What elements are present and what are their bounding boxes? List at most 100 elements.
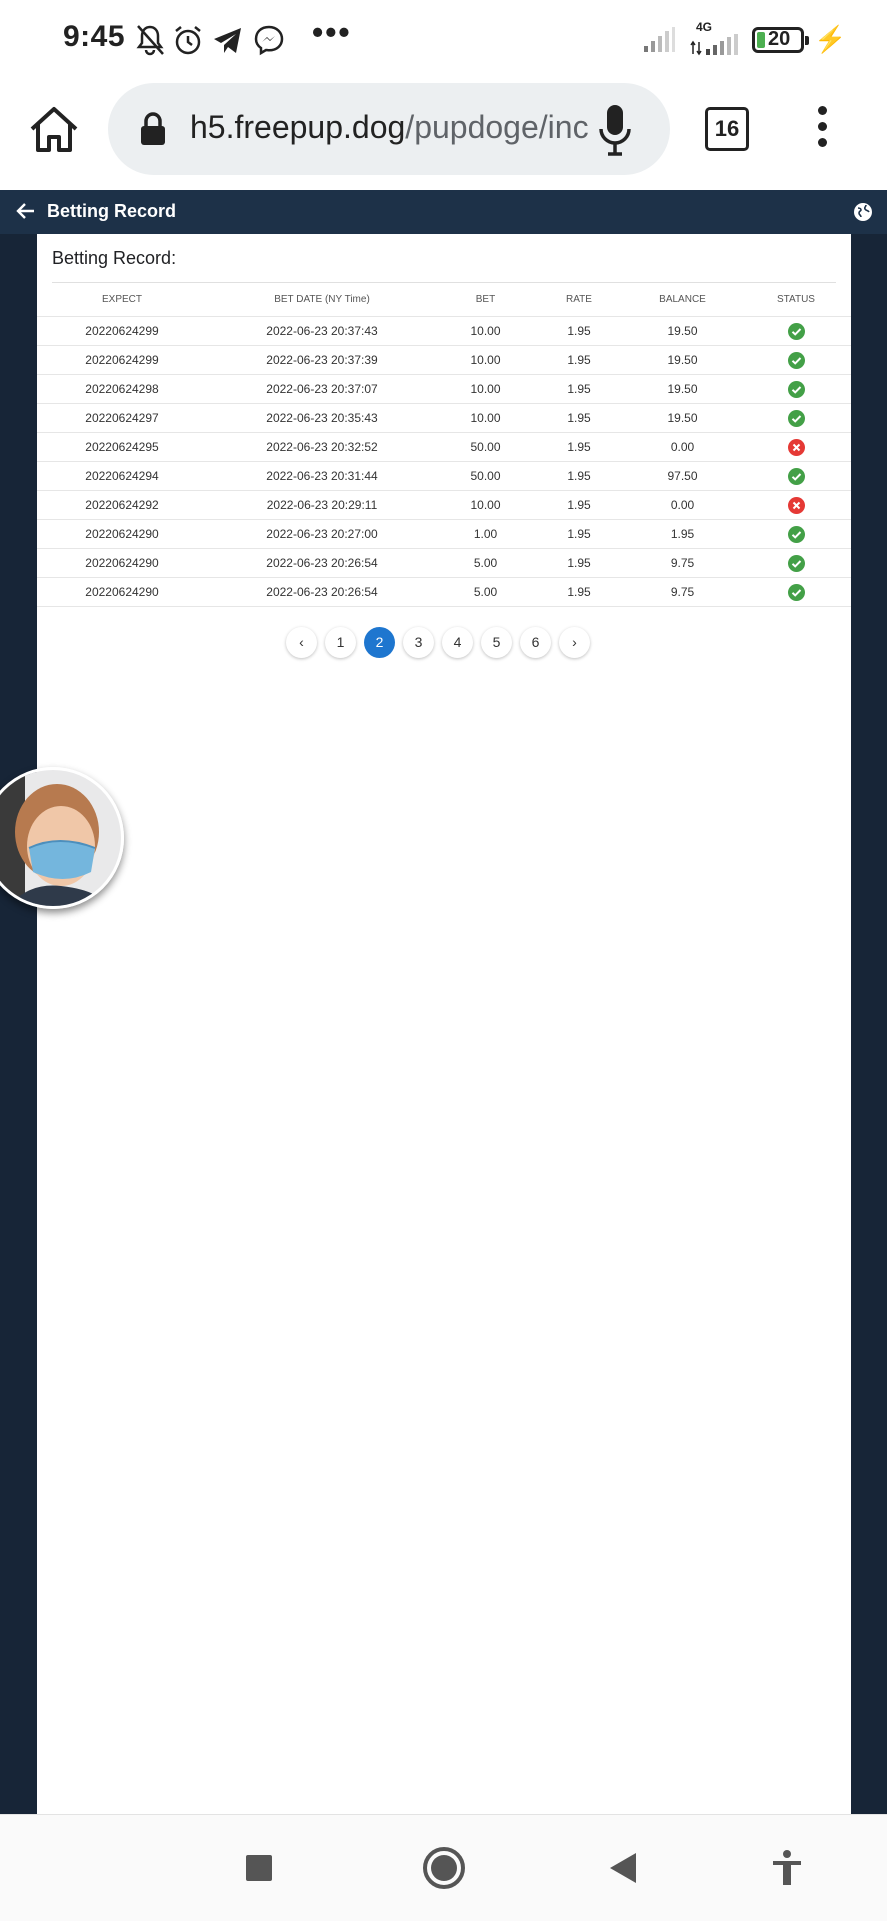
home-circle-icon[interactable]: [422, 1846, 466, 1890]
balance-cell: 19.50: [624, 345, 741, 375]
signal-icon: [644, 27, 675, 52]
expect-cell: 20220624290: [37, 548, 207, 578]
expect-cell: 20220624294: [37, 461, 207, 491]
alarm-icon: [175, 26, 201, 55]
column-header-balance: BALANCE: [659, 294, 706, 305]
balance-cell: 19.50: [624, 316, 741, 346]
status-cell: [741, 548, 851, 578]
betting-record-table: EXPECT BET DATE (NY Time) BET RATE BALAN…: [37, 283, 851, 607]
accessibility-icon[interactable]: [771, 1849, 803, 1887]
column-header-expect: EXPECT: [101, 294, 142, 305]
rate-cell: 1.95: [534, 345, 624, 375]
page-4-button[interactable]: 4: [442, 627, 473, 658]
status-check-icon: [787, 380, 805, 398]
more-notifications: •••: [312, 14, 352, 50]
status-check-icon: [787, 322, 805, 340]
telegram-icon: [214, 28, 241, 53]
clock: 9:45: [63, 20, 126, 53]
recents-square-icon[interactable]: [246, 1855, 272, 1881]
rate-cell: 1.95: [534, 519, 624, 549]
bet-date-cell: 2022-06-23 20:26:54: [207, 577, 437, 607]
page-3-button[interactable]: 3: [403, 627, 434, 658]
expect-cell: 20220624299: [37, 345, 207, 375]
status-cell: [741, 316, 851, 346]
app-header: Betting Record: [0, 190, 887, 234]
next-page-button[interactable]: ›: [559, 627, 590, 658]
bet-date-cell: 2022-06-23 20:29:11: [207, 490, 437, 520]
page-5-button[interactable]: 5: [481, 627, 512, 658]
page-title: Betting Record: [47, 201, 177, 221]
status-check-icon: [787, 467, 805, 485]
tab-switcher-button[interactable]: 16: [705, 107, 749, 151]
section-title: Betting Record:: [52, 248, 177, 268]
bet-date-cell: 2022-06-23 20:37:07: [207, 374, 437, 404]
bet-cell: 10.00: [437, 316, 534, 346]
expect-cell: 20220624295: [37, 432, 207, 462]
page-1-button[interactable]: 1: [325, 627, 356, 658]
table-header-row: EXPECT BET DATE (NY Time) BET RATE BALAN…: [37, 283, 851, 317]
status-cell: [741, 461, 851, 491]
column-header-bet: BET: [475, 294, 496, 305]
back-arrow-icon[interactable]: [16, 201, 36, 221]
status-cross-icon: [787, 496, 805, 514]
status-cell: [741, 403, 851, 433]
status-check-icon: [787, 351, 805, 369]
microphone-icon[interactable]: [598, 103, 632, 157]
page-2-button[interactable]: 2: [364, 627, 395, 658]
home-icon[interactable]: [28, 104, 80, 156]
status-bar: 9:45 ••• 4G 20 ⚡: [0, 0, 887, 80]
bet-date-cell: 2022-06-23 20:31:44: [207, 461, 437, 491]
bet-date-cell: 2022-06-23 20:27:00: [207, 519, 437, 549]
expect-cell: 20220624290: [37, 519, 207, 549]
url-path: /pupdoge/inc: [405, 109, 589, 145]
status-cell: [741, 374, 851, 404]
status-cross-icon: [787, 438, 805, 456]
bell-off-icon: [136, 25, 164, 56]
table-row: 20220624295 2022-06-23 20:32:52 50.00 1.95 0…: [37, 432, 851, 462]
bet-cell: 50.00: [437, 432, 534, 462]
status-check-icon: [787, 409, 805, 427]
expect-cell: 20220624297: [37, 403, 207, 433]
bet-date-cell: 2022-06-23 20:37:43: [207, 316, 437, 346]
table-row: 20220624298 2022-06-23 20:37:07 10.00 1.95 1…: [37, 374, 851, 404]
bet-cell: 10.00: [437, 403, 534, 433]
balance-cell: 9.75: [624, 548, 741, 578]
rate-cell: 1.95: [534, 432, 624, 462]
betting-record-panel: Betting Record: EXPECT BET DATE (NY Time…: [37, 234, 851, 1814]
expect-cell: 20220624299: [37, 316, 207, 346]
table-row: 20220624290 2022-06-23 20:26:54 5.00 1.95 9.…: [37, 577, 851, 607]
table-row: 20220624297 2022-06-23 20:35:43 10.00 1.95 1…: [37, 403, 851, 433]
signal-4g-icon: 4G: [690, 20, 742, 56]
balance-cell: 1.95: [624, 519, 741, 549]
bet-date-cell: 2022-06-23 20:37:39: [207, 345, 437, 375]
expect-cell: 20220624298: [37, 374, 207, 404]
status-cell: [741, 490, 851, 520]
expect-cell: 20220624292: [37, 490, 207, 520]
address-bar[interactable]: h5.freepup.dog/pupdoge/inc: [108, 83, 670, 175]
balance-cell: 97.50: [624, 461, 741, 491]
status-check-icon: [787, 525, 805, 543]
pagination: ‹ 1 2 3 4 5 6 ›: [286, 627, 590, 659]
back-triangle-icon[interactable]: [608, 1851, 638, 1885]
url-host: h5.freepup.dog: [190, 109, 406, 145]
menu-icon[interactable]: [816, 106, 828, 154]
expect-cell: 20220624290: [37, 577, 207, 607]
battery-icon: 20: [752, 27, 809, 53]
table-row: 20220624299 2022-06-23 20:37:39 10.00 1.95 1…: [37, 345, 851, 375]
column-header-rate: RATE: [566, 294, 592, 305]
rate-cell: 1.95: [534, 548, 624, 578]
bet-date-cell: 2022-06-23 20:32:52: [207, 432, 437, 462]
bet-date-cell: 2022-06-23 20:35:43: [207, 403, 437, 433]
page-6-button[interactable]: 6: [520, 627, 551, 658]
messenger-icon: [254, 25, 284, 56]
prev-page-button[interactable]: ‹: [286, 627, 317, 658]
bet-cell: 5.00: [437, 548, 534, 578]
table-row: 20220624299 2022-06-23 20:37:43 10.00 1.95 1…: [37, 316, 851, 346]
globe-icon[interactable]: [853, 202, 873, 222]
status-cell: [741, 519, 851, 549]
bet-date-cell: 2022-06-23 20:26:54: [207, 548, 437, 578]
left-margin-panel: [0, 234, 37, 1814]
column-header-status: STATUS: [777, 294, 815, 305]
rate-cell: 1.95: [534, 461, 624, 491]
bet-cell: 10.00: [437, 345, 534, 375]
